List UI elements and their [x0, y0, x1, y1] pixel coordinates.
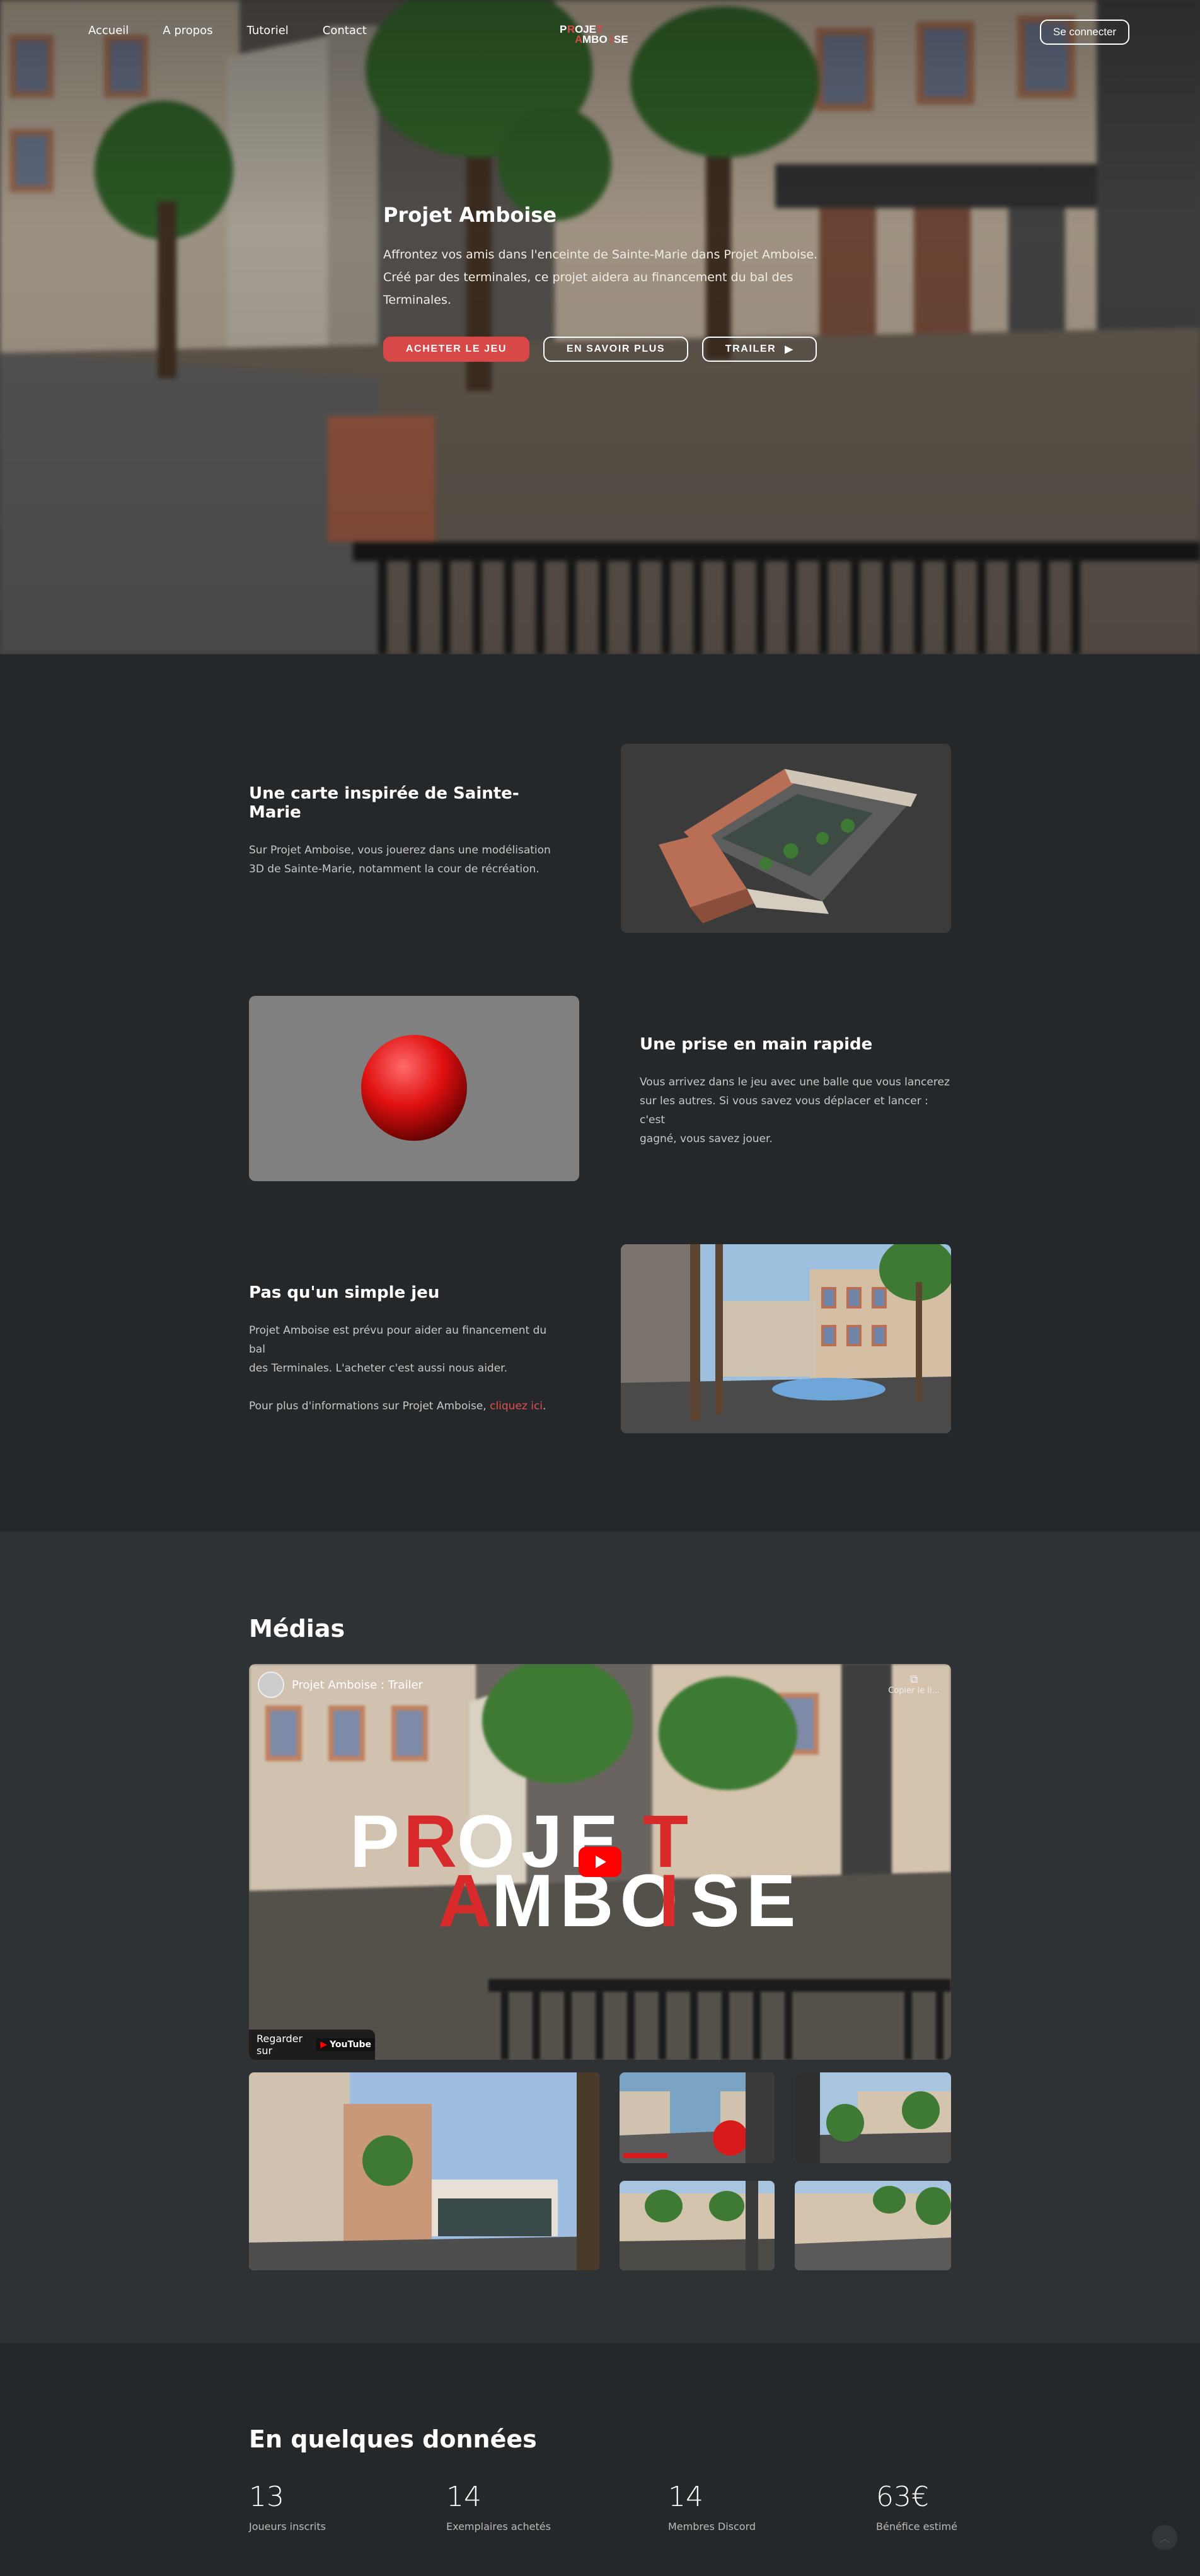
stat-copies-label: Exemplaires achetés	[446, 2521, 551, 2533]
channel-avatar[interactable]	[258, 1672, 284, 1698]
features-section: Une carte inspirée de Sainte-Marie Sur P…	[0, 654, 1200, 1532]
stat-profit-value: 63€	[876, 2481, 929, 2513]
login-button[interactable]: Se connecter	[1040, 20, 1129, 45]
video-channel-header[interactable]: Projet Amboise : Trailer	[258, 1672, 423, 1698]
gallery-image-large[interactable]	[249, 2072, 599, 2270]
feature-map-body-line-2: 3D de Sainte-Marie, notamment la cour de…	[249, 863, 539, 875]
feature-controls-body-line-1: Vous arrivez dans le jeu avec une balle …	[640, 1076, 950, 1089]
copy-link-button[interactable]: ⧉ Copier le li...	[888, 1673, 940, 1695]
youtube-label: YouTube	[330, 2040, 371, 2050]
hero-title: Projet Amboise	[383, 203, 557, 227]
feature-map-title: Une carte inspirée de Sainte-Marie	[249, 784, 519, 822]
more-info-link[interactable]: cliquez ici	[490, 1400, 543, 1412]
courtyard-illustration	[621, 1244, 951, 1433]
red-ball-illustration	[361, 1035, 467, 1141]
svg-text:I: I	[659, 1859, 686, 1943]
nav-link-a-propos[interactable]: A propos	[163, 24, 212, 37]
feature-charity-body-line-2: des Terminales. L'acheter c'est aussi no…	[249, 1362, 508, 1375]
hero-section: Projet Amboise Affrontez vos amis dans l…	[0, 0, 1200, 654]
gallery-image-ball[interactable]	[620, 2072, 775, 2163]
feature-charity: Pas qu'un simple jeu Projet Amboise est …	[249, 1283, 564, 1416]
stat-discord: 14 Membres Discord	[668, 2481, 756, 2533]
nav-link-accueil[interactable]: Accueil	[88, 24, 129, 37]
copy-link-label: Copier le li...	[888, 1686, 940, 1695]
gallery-scene-ball	[620, 2072, 775, 2163]
hero-line-2: Créé par des terminales, ce projet aider…	[383, 270, 793, 307]
ball-render	[249, 996, 579, 1181]
trailer-video-embed[interactable]: P R OJE T A MBO I SE Projet Amboise : Tr…	[249, 1664, 951, 2060]
stat-discord-label: Membres Discord	[668, 2521, 756, 2533]
gallery-scene-trees	[620, 2181, 775, 2270]
nav-link-tutoriel[interactable]: Tutoriel	[247, 24, 289, 37]
more-info-prefix: Pour plus d'informations sur Projet Ambo…	[249, 1400, 487, 1412]
gallery-image-trees[interactable]	[620, 2181, 775, 2270]
svg-text:P: P	[560, 23, 567, 35]
stats-title: En quelques données	[249, 2425, 537, 2453]
gallery-image-courtyard[interactable]	[795, 2072, 951, 2163]
buy-game-button[interactable]: ACHETER LE JEU	[383, 337, 529, 362]
youtube-play-icon[interactable]	[579, 1847, 621, 1877]
copy-icon: ⧉	[909, 1673, 918, 1686]
svg-text:SE: SE	[690, 1859, 802, 1943]
svg-text:MBO: MBO	[582, 33, 608, 45]
stat-profit-label: Bénéfice estimé	[876, 2521, 957, 2533]
feature-charity-title: Pas qu'un simple jeu	[249, 1283, 440, 1302]
nav-links: Accueil A propos Tutoriel Contact	[88, 24, 367, 37]
projet-amboise-logo[interactable]: P R OJE T A MBO I SE	[560, 21, 642, 47]
trailer-button[interactable]: TRAILER ▶	[702, 337, 817, 362]
stat-players-label: Joueurs inscrits	[249, 2521, 326, 2533]
feature-controls-title: Une prise en main rapide	[640, 1035, 873, 1054]
more-info-suffix: .	[543, 1400, 546, 1412]
feature-controls-body-line-2: sur les autres. Si vous savez vous dépla…	[640, 1095, 928, 1126]
watch-label: Regarder sur	[257, 2033, 303, 2057]
map-3d-render	[621, 744, 951, 933]
chevron-up-icon: ︿	[1159, 2533, 1170, 2544]
svg-text:A: A	[575, 33, 582, 45]
gallery-scene-building	[795, 2181, 951, 2270]
youtube-logo: ▶ YouTube	[316, 2038, 375, 2051]
feature-charity-body-line-1: Projet Amboise est prévu pour aider au f…	[249, 1324, 547, 1356]
top-navigation: Accueil A propos Tutoriel Contact P R OJ…	[0, 0, 1200, 63]
trailer-button-label: TRAILER	[725, 344, 776, 354]
stat-players: 13 Joueurs inscrits	[249, 2481, 326, 2533]
courtyard-render	[621, 1244, 951, 1433]
feature-charity-more: Pour plus d'informations sur Projet Ambo…	[249, 1397, 564, 1416]
feature-map-body-line-1: Sur Projet Amboise, vous jouerez dans un…	[249, 844, 551, 857]
learn-more-button[interactable]: EN SAVOIR PLUS	[543, 337, 688, 362]
youtube-icon: ▶	[320, 2040, 328, 2050]
map-3d-illustration	[659, 769, 917, 923]
stat-discord-value: 14	[668, 2481, 703, 2513]
svg-text:SE: SE	[614, 33, 628, 45]
svg-text:A: A	[438, 1859, 498, 1943]
feature-controls-body-line-3: gagné, vous savez jouer.	[640, 1133, 773, 1145]
hero-content: Projet Amboise Affrontez vos amis dans l…	[383, 203, 862, 362]
svg-text:P: P	[350, 1800, 406, 1883]
feature-controls: Une prise en main rapide Vous arrivez da…	[640, 1035, 955, 1148]
stat-players-value: 13	[249, 2481, 284, 2513]
stat-profit: 63€ Bénéfice estimé	[876, 2481, 957, 2533]
gallery-scene-courtyard	[795, 2072, 951, 2163]
video-title[interactable]: Projet Amboise : Trailer	[292, 1678, 423, 1692]
hero-buttons: ACHETER LE JEU EN SAVOIR PLUS TRAILER ▶	[383, 337, 862, 362]
stat-copies-value: 14	[446, 2481, 482, 2513]
nav-link-contact[interactable]: Contact	[323, 24, 367, 37]
svg-text:I: I	[610, 33, 613, 45]
gallery-image-building[interactable]	[795, 2181, 951, 2270]
media-title: Médias	[249, 1615, 345, 1643]
scroll-to-top-button[interactable]: ︿	[1152, 2525, 1177, 2550]
feature-map: Une carte inspirée de Sainte-Marie Sur P…	[249, 784, 564, 879]
svg-text:R: R	[567, 23, 575, 35]
stat-copies: 14 Exemplaires achetés	[446, 2481, 551, 2533]
stats-section: En quelques données 13 Joueurs inscrits …	[0, 2343, 1200, 2576]
media-section: Médias P R OJE T A MBO I SE Projet Amboi…	[0, 1532, 1200, 2343]
gallery-scene-large	[249, 2072, 599, 2270]
watch-on-youtube-button[interactable]: Regarder sur ▶ YouTube	[249, 2030, 375, 2060]
hero-line-1: Affrontez vos amis dans l'enceinte de Sa…	[383, 248, 818, 262]
play-icon: ▶	[785, 344, 794, 355]
